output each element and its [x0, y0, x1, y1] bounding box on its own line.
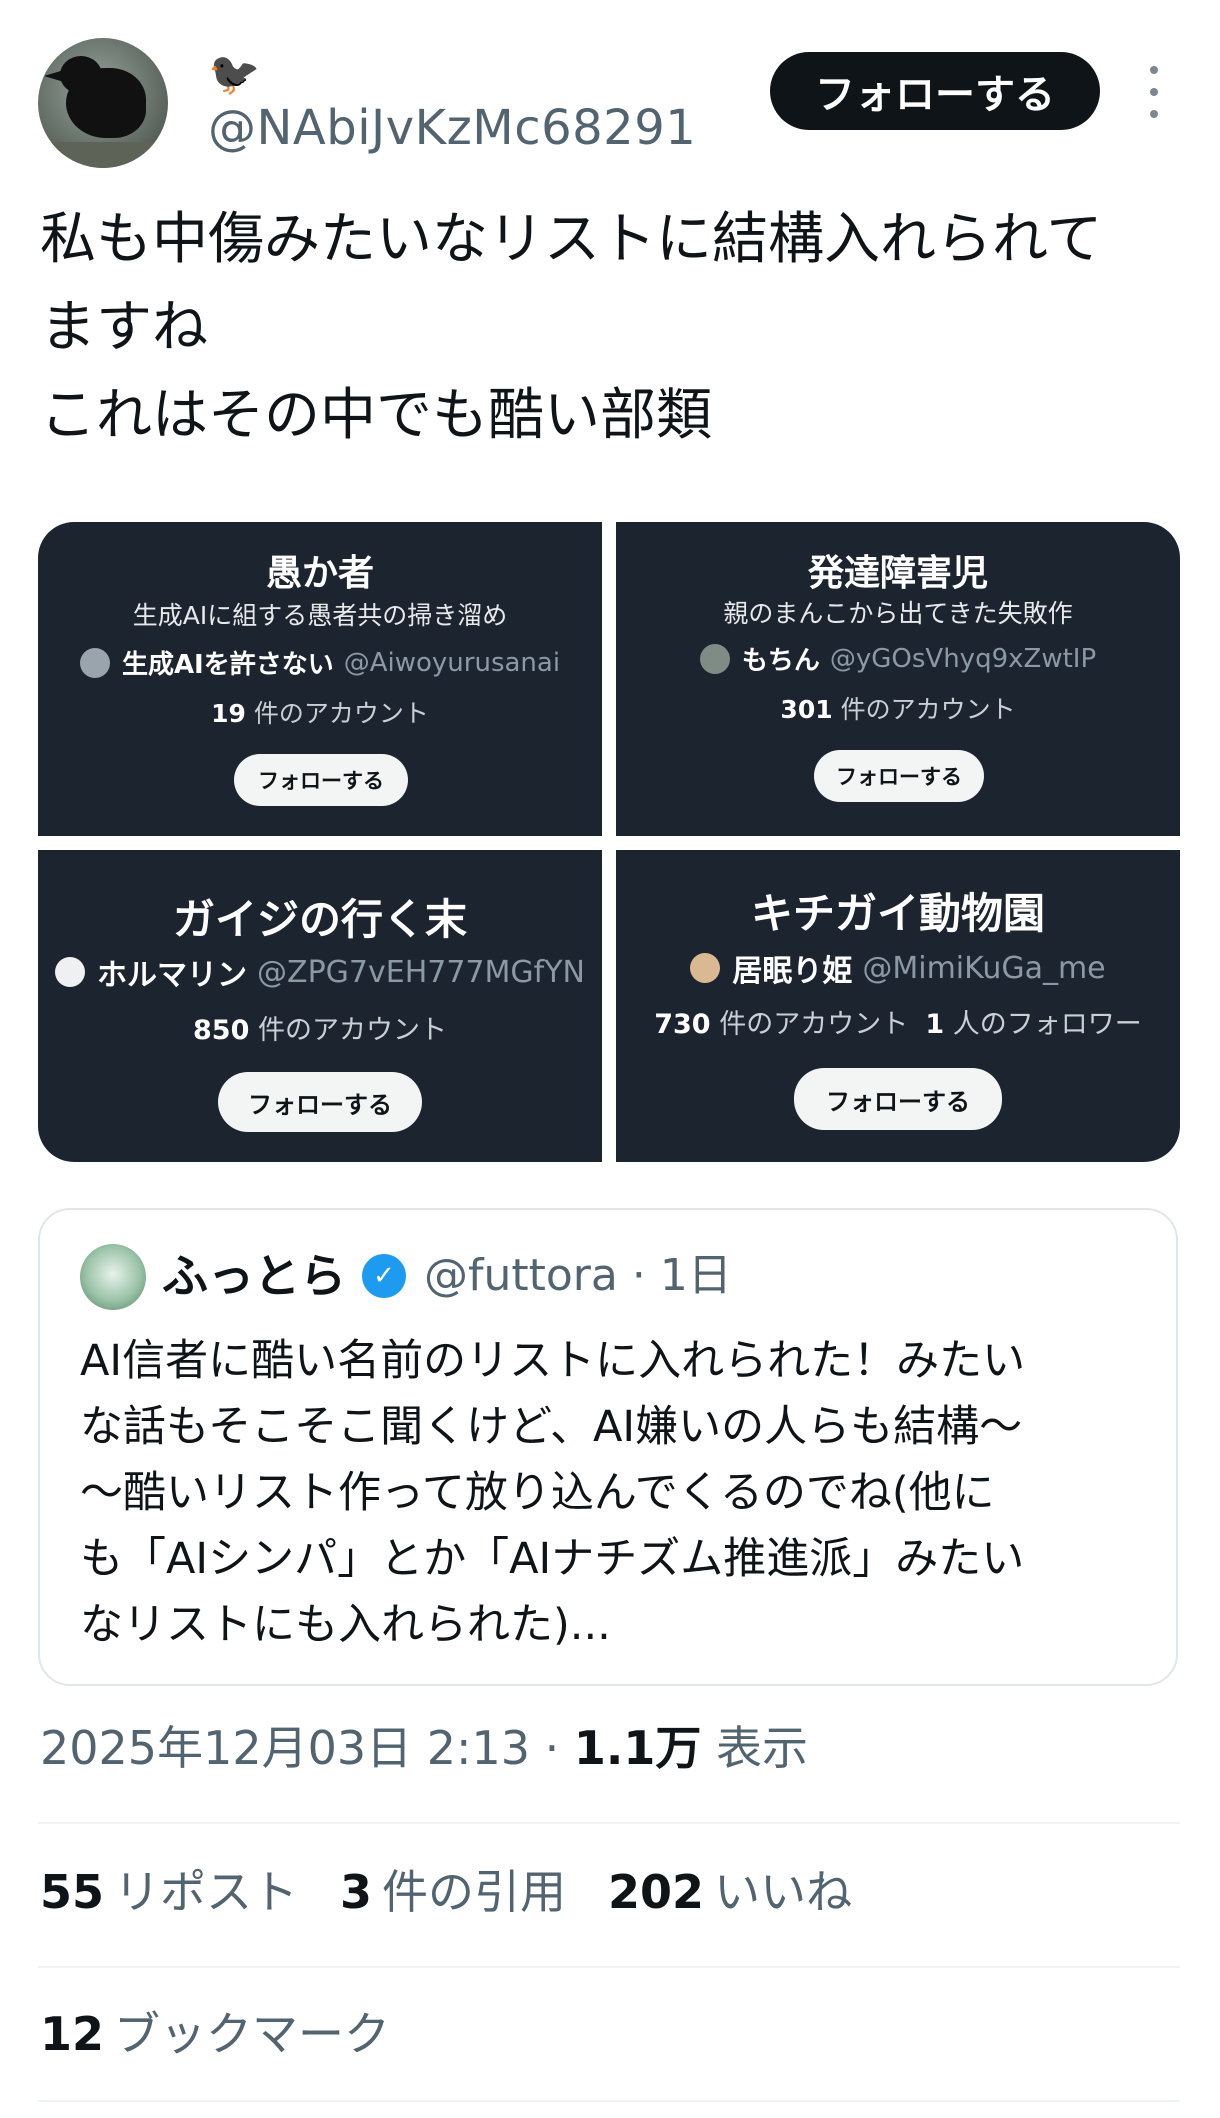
owner-avatar: [55, 957, 86, 987]
quote-author-name[interactable]: ふっとら: [162, 1246, 346, 1306]
quoted-tweet[interactable]: ふっとら ✓ @futtora · 1日 AI信者に酷い名前のリストに入れられた…: [38, 1208, 1178, 1686]
reposts-stat[interactable]: 55 リポスト: [40, 1860, 298, 1924]
quote-author-avatar[interactable]: [80, 1244, 146, 1310]
list-follow-button[interactable]: フォローする: [794, 1068, 1002, 1130]
list-card[interactable]: 発達障害児 親のまんこから出てきた失敗作 もちん @yGOsVhyq9xZwtI…: [616, 522, 1180, 836]
likes-count: 202: [608, 1865, 705, 1919]
engagement-stats: 55 リポスト 3 件の引用 202 いいね: [40, 1860, 894, 1924]
quote-text: AI信者に酷い名前のリストに入れられた！みたい な話もそこそこ聞くけど、AI嫌い…: [80, 1336, 1026, 1650]
owner-name: もちん: [741, 646, 820, 676]
quotes-stat[interactable]: 3 件の引用: [340, 1860, 566, 1924]
bookmarks-stat[interactable]: 12 ブックマーク: [40, 2002, 390, 2066]
member-count-value: 850: [193, 1015, 250, 1046]
owner-name: 生成AIを許さない: [121, 650, 334, 680]
divider: [38, 1822, 1180, 1824]
bookmarks-count: 12: [40, 2007, 105, 2061]
crow-body-shape: [66, 68, 146, 138]
quote-author-handle: @futtora: [424, 1250, 618, 1301]
likes-stat[interactable]: 202 いいね: [608, 1860, 852, 1924]
reposts-label: リポスト: [114, 1865, 299, 1919]
quote-author-meta: @futtora · 1日: [424, 1246, 732, 1306]
owner-handle: @ZPG7vEH777MGfYN: [257, 954, 585, 990]
view-count: 1.1万: [573, 1721, 702, 1775]
owner-avatar: [699, 643, 730, 674]
list-card[interactable]: ガイジの行く末 ホルマリン @ZPG7vEH777MGfYN 850 件のアカウ…: [38, 850, 602, 1162]
quotes-count: 3: [340, 1865, 373, 1919]
member-count: 19 件のアカウント: [38, 694, 602, 730]
dot: [1150, 88, 1158, 96]
list-owner: もちん @yGOsVhyq9xZwtIP: [616, 640, 1180, 677]
owner-name: 居眠り姫: [732, 954, 853, 989]
follow-button[interactable]: フォローする: [770, 52, 1100, 130]
member-count: 850 件のアカウント: [38, 1008, 602, 1047]
crow-beak-shape: [44, 70, 64, 82]
member-count-label: 件のアカウント: [257, 1015, 447, 1046]
member-count-label: 件のアカウント: [253, 699, 429, 728]
reposts-count: 55: [40, 1865, 105, 1919]
author-avatar[interactable]: [38, 38, 168, 168]
tweet-date: 2025年12月03日 2:13 ·: [40, 1721, 560, 1775]
owner-handle: @MimiKuGa_me: [862, 950, 1106, 986]
list-title: キチガイ動物園: [750, 889, 1045, 938]
tweet-text: 私も中傷みたいなリストに結構入れられて ますね これはその中でも酷い部類: [40, 207, 1103, 448]
likes-label: いいね: [714, 1865, 853, 1919]
dot: [1150, 66, 1158, 74]
attached-images-grid[interactable]: 愚か者 生成AIに組する愚者共の掃き溜め 生成AIを許さない @Aiwoyuru…: [38, 522, 1180, 1162]
list-description: 親のまんこから出てきた失敗作: [723, 599, 1073, 628]
dot: [1150, 110, 1158, 118]
owner-avatar: [690, 953, 721, 983]
member-count-value: 301: [780, 695, 833, 724]
avatar-ground: [38, 142, 168, 168]
member-count-value: 730: [654, 1009, 711, 1040]
quote-time: · 1日: [631, 1250, 732, 1301]
list-card[interactable]: キチガイ動物園 居眠り姫 @MimiKuGa_me 730 件のアカウント 1 …: [616, 850, 1180, 1162]
list-title: ガイジの行く末: [172, 895, 467, 944]
divider: [38, 1966, 1180, 1968]
list-follow-button[interactable]: フォローする: [234, 754, 408, 806]
owner-avatar: [79, 647, 110, 678]
list-card[interactable]: 愚か者 生成AIに組する愚者共の掃き溜め 生成AIを許さない @Aiwoyuru…: [38, 522, 602, 836]
tweet-timestamp[interactable]: 2025年12月03日 2:13 · 1.1万 表示: [40, 1716, 808, 1780]
bookmarks-label: ブックマーク: [114, 2007, 391, 2061]
follower-count-label: 人のフォロワー: [952, 1009, 1142, 1040]
list-title: 発達障害児: [807, 553, 988, 594]
owner-handle: @Aiwoyurusanai: [343, 647, 561, 678]
bird-emoji-icon: 🐦‍⬛: [208, 49, 261, 98]
author-handle[interactable]: @NAbiJvKzMc68291: [208, 100, 696, 156]
member-count: 301 件のアカウント: [616, 690, 1180, 726]
member-count: 730 件のアカウント 1 人のフォロワー: [616, 1002, 1180, 1041]
view-label: 表示: [716, 1721, 809, 1775]
member-count-label: 件のアカウント: [719, 1009, 909, 1040]
list-follow-button[interactable]: フォローする: [814, 750, 984, 802]
member-count-label: 件のアカウント: [840, 695, 1016, 724]
owner-name: ホルマリン: [97, 958, 248, 993]
more-options-icon[interactable]: [1140, 66, 1168, 118]
list-owner: ホルマリン @ZPG7vEH777MGfYN: [38, 950, 602, 994]
list-description: 生成AIに組する愚者共の掃き溜め: [132, 601, 508, 630]
follower-count-value: 1: [925, 1009, 945, 1040]
list-owner: 居眠り姫 @MimiKuGa_me: [616, 946, 1180, 990]
list-owner: 生成AIを許さない @Aiwoyurusanai: [38, 644, 602, 681]
divider: [38, 2100, 1180, 2102]
verified-badge-icon: ✓: [362, 1254, 406, 1298]
owner-handle: @yGOsVhyq9xZwtIP: [829, 643, 1097, 674]
quotes-label: 件の引用: [382, 1865, 567, 1919]
member-count-value: 19: [211, 699, 246, 728]
list-title: 愚か者: [265, 553, 374, 594]
list-follow-button[interactable]: フォローする: [218, 1072, 422, 1132]
